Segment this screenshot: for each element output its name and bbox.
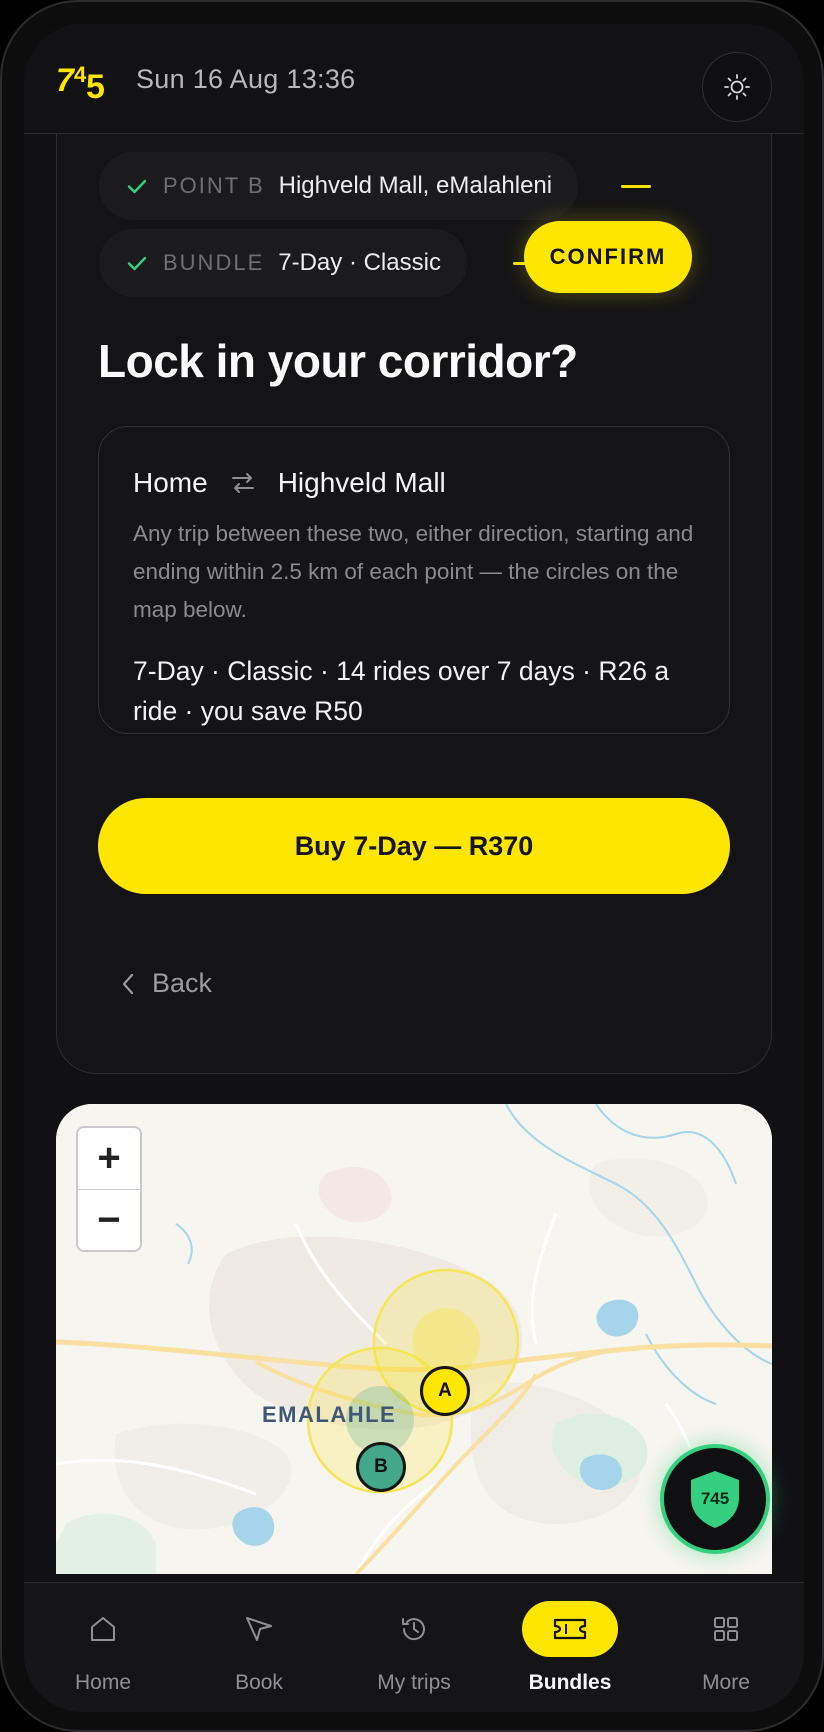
step-label: BUNDLE: [163, 250, 265, 275]
step-connector: [621, 185, 651, 188]
nav-item-more[interactable]: More: [656, 1601, 796, 1695]
buy-bundle-button[interactable]: Buy 7-Day — R370: [98, 798, 730, 894]
nav-icon-wrap: [678, 1601, 774, 1657]
nav-item-book[interactable]: Book: [189, 1601, 329, 1695]
map-city-label: EMALAHLE: [262, 1402, 397, 1427]
safety-badge-label: 745: [700, 1489, 730, 1508]
step-point-b[interactable]: POINT B Highveld Mall, eMalahleni: [99, 152, 579, 220]
zoom-in-button[interactable]: +: [78, 1128, 140, 1189]
nav-label: Bundles: [528, 1671, 612, 1694]
back-label: Back: [152, 968, 213, 998]
safety-shield-button[interactable]: 745: [660, 1444, 770, 1554]
map-zoom-control: + −: [76, 1126, 142, 1252]
nav-icon-wrap: [211, 1601, 307, 1657]
check-icon: [127, 179, 147, 194]
nav-icon-wrap: [522, 1601, 618, 1657]
step-label: POINT B: [163, 173, 265, 198]
nav-label: Book: [235, 1671, 283, 1694]
nav-icon-wrap: [366, 1601, 462, 1657]
map-pin-a[interactable]: A: [420, 1366, 470, 1416]
swap-arrows-icon: [231, 473, 254, 493]
nav-item-my-trips[interactable]: My trips: [344, 1601, 484, 1695]
svg-text:7: 7: [56, 62, 76, 98]
history-icon: [402, 1618, 425, 1641]
grid-icon: [714, 1617, 738, 1641]
nav-label: More: [702, 1671, 750, 1694]
header-datetime: Sun 16 Aug 13:36: [136, 64, 356, 94]
nav-item-bundles[interactable]: Bundles: [500, 1601, 640, 1695]
chevron-left-icon: [122, 973, 134, 994]
check-icon: [127, 256, 147, 271]
route-from: Home: [133, 467, 208, 498]
nav-item-home[interactable]: Home: [33, 1601, 173, 1695]
home-icon: [91, 1617, 115, 1641]
zoom-out-button[interactable]: −: [78, 1189, 140, 1250]
navigation-arrow-icon: [246, 1617, 272, 1641]
step-bundle[interactable]: BUNDLE 7-Day · Classic: [99, 229, 467, 297]
corridor-route: Home Highveld Mall: [133, 467, 446, 499]
map-pin-b[interactable]: B: [356, 1442, 406, 1492]
app-header: 7 4 5 Sun 16 Aug 13:36: [24, 24, 804, 134]
bundle-summary: 7-Day · Classic · 14 rides over 7 days ·…: [133, 656, 670, 726]
back-button[interactable]: Back: [120, 968, 212, 999]
nav-icon-wrap: [55, 1601, 151, 1657]
ticket-icon: [553, 1618, 587, 1640]
corridor-summary-box: Home Highveld Mall Any trip between thes…: [98, 426, 730, 734]
phone-frame: POINT B Highveld Mall, eMalahleni BUNDLE…: [0, 0, 824, 1732]
step-value: Highveld Mall, eMalahleni: [278, 172, 553, 199]
confirm-step-button[interactable]: CONFIRM: [524, 221, 692, 293]
app-screen: POINT B Highveld Mall, eMalahleni BUNDLE…: [24, 24, 804, 1712]
brand-logo: 7 4 5: [56, 62, 105, 102]
svg-text:5: 5: [86, 68, 105, 102]
theme-toggle-button[interactable]: [702, 52, 772, 122]
corridor-description: Any trip between these two, either direc…: [133, 521, 694, 622]
page-title: Lock in your corridor?: [98, 335, 578, 387]
nav-label: Home: [74, 1671, 132, 1694]
bottom-navigation: Home Book My trips Bundles More: [24, 1582, 804, 1712]
sun-icon: [724, 74, 750, 100]
step-value: 7-Day · Classic: [278, 249, 441, 276]
nav-label: My trips: [377, 1671, 451, 1694]
route-to: Highveld Mall: [277, 467, 446, 498]
